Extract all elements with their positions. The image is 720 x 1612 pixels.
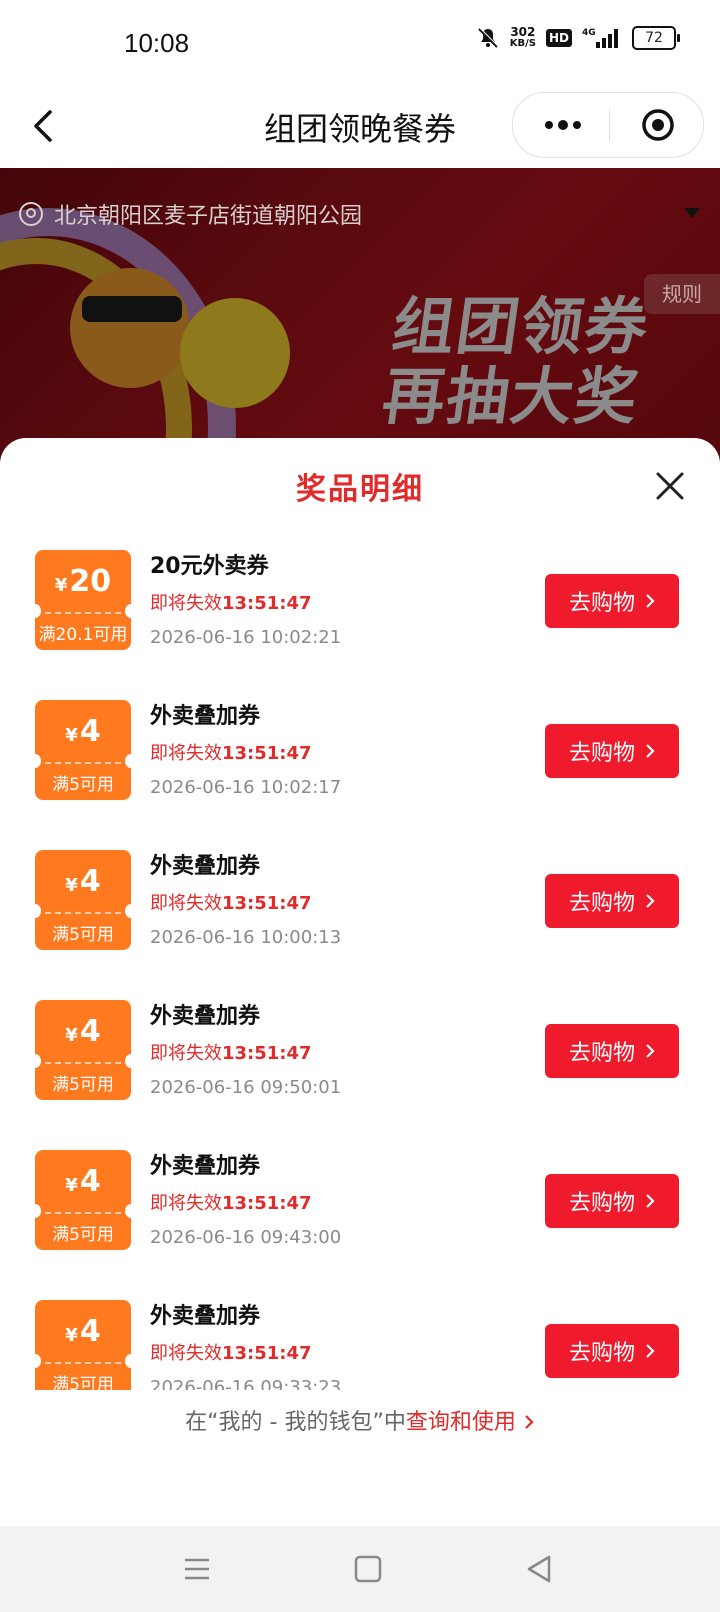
coupon-name: 外卖叠加券	[150, 1304, 261, 1329]
coupon-ticket: ¥4 满5可用	[35, 1000, 131, 1100]
chevron-right-icon	[646, 594, 655, 608]
coupon-ticket: ¥4 满5可用	[35, 700, 131, 800]
coupon-expire: 即将失效13:51:47	[150, 593, 312, 614]
coupon-expire: 即将失效13:51:47	[150, 743, 312, 764]
coupon-date: 2026-06-16 10:00:13	[150, 927, 342, 948]
coupon-condition: 满20.1可用	[38, 625, 128, 645]
coupon-info: 外卖叠加券 即将失效13:51:47 2026-06-16 10:02:17	[150, 700, 341, 802]
coupon-date: 2026-06-16 09:33:23	[150, 1377, 342, 1390]
back-triangle-icon[interactable]	[522, 1552, 556, 1586]
go-shopping-button[interactable]: 去购物	[545, 874, 679, 928]
coupon-name: 外卖叠加券	[150, 1004, 261, 1029]
coupon-condition: 满5可用	[52, 775, 114, 795]
dropdown-caret-icon[interactable]	[684, 208, 700, 218]
chevron-right-icon	[646, 1194, 655, 1208]
go-shopping-button[interactable]: 去购物	[545, 574, 679, 628]
chevron-right-icon	[646, 894, 655, 908]
coupon-name: 外卖叠加券	[150, 854, 261, 879]
status-time: 10:08	[124, 28, 190, 58]
capsule-divider	[609, 109, 610, 141]
coupon-amount: ¥4	[65, 1014, 101, 1049]
chevron-right-icon	[646, 1344, 655, 1358]
coupon-row: ¥20 满20.1可用 20元外卖券 即将失效13:51:47 2026-06-…	[0, 550, 720, 700]
coupon-expire: 即将失效13:51:47	[150, 1343, 312, 1364]
location-selector[interactable]: 北京朝阳区麦子店街道朝阳公园	[18, 198, 362, 230]
hd-badge: HD	[545, 29, 572, 47]
coupon-amount: ¥4	[65, 1314, 101, 1349]
coupon-info: 外卖叠加券 即将失效13:51:47 2026-06-16 09:50:01	[150, 1000, 341, 1102]
coupon-expire: 即将失效13:51:47	[150, 893, 312, 914]
banner-slogan: 组团领券 再抽大奖	[378, 290, 655, 433]
coupon-condition: 满5可用	[52, 1225, 114, 1245]
coupon-name: 外卖叠加券	[150, 704, 261, 729]
coupon-expire: 即将失效13:51:47	[150, 1193, 312, 1214]
signal-4g-icon: 4G	[582, 28, 618, 48]
coupon-ticket: ¥4 满5可用	[35, 850, 131, 950]
go-shopping-button[interactable]: 去购物	[545, 724, 679, 778]
mascot-sunglasses	[82, 296, 182, 322]
go-shopping-button[interactable]: 去购物	[545, 1024, 679, 1078]
coupon-expire: 即将失效13:51:47	[150, 1043, 312, 1064]
coupon-ticket: ¥4 满5可用	[35, 1150, 131, 1250]
coupon-row: ¥4 满5可用 外卖叠加券 即将失效13:51:47 2026-06-16 09…	[0, 1300, 720, 1390]
coupon-row: ¥4 满5可用 外卖叠加券 即将失效13:51:47 2026-06-16 09…	[0, 1000, 720, 1150]
svg-text:4G: 4G	[582, 28, 596, 38]
query-and-use-link[interactable]: 查询和使用	[406, 1410, 516, 1435]
coupon-condition: 满5可用	[52, 1375, 114, 1390]
rules-button[interactable]: 规则	[644, 274, 720, 314]
coupon-ticket: ¥4 满5可用	[35, 1300, 131, 1390]
coupon-name: 外卖叠加券	[150, 1154, 261, 1179]
title-bar: 组团领晚餐券	[0, 90, 720, 168]
promo-banner: 北京朝阳区麦子店街道朝阳公园 规则 组团领券 再抽大奖	[0, 168, 720, 468]
coupon-name: 20元外卖券	[150, 554, 269, 579]
chevron-right-icon	[646, 1044, 655, 1058]
coupon-amount: ¥4	[65, 714, 101, 749]
coupon-amount: ¥4	[65, 1164, 101, 1199]
status-icons: 302 KB/S HD 4G 72	[476, 25, 680, 50]
more-dots-icon[interactable]	[543, 115, 583, 135]
chevron-right-icon[interactable]	[523, 1413, 535, 1431]
coupon-info: 外卖叠加券 即将失效13:51:47 2026-06-16 09:43:00	[150, 1150, 341, 1252]
coupon-date: 2026-06-16 10:02:17	[150, 777, 342, 798]
coupon-row: ¥4 满5可用 外卖叠加券 即将失效13:51:47 2026-06-16 09…	[0, 1150, 720, 1300]
chevron-right-icon	[646, 744, 655, 758]
go-shopping-button[interactable]: 去购物	[545, 1324, 679, 1378]
network-speed: 302 KB/S	[509, 25, 536, 49]
coupon-date: 2026-06-16 10:02:21	[150, 627, 342, 648]
home-square-icon[interactable]	[351, 1552, 385, 1586]
coupon-info: 20元外卖券 即将失效13:51:47 2026-06-16 10:02:21	[150, 550, 341, 652]
location-pin-icon	[19, 202, 43, 226]
mascot-orange	[70, 268, 190, 388]
coupon-ticket: ¥20 满20.1可用	[35, 550, 131, 650]
system-nav-bar	[0, 1526, 720, 1612]
wallet-hint: 在“我的 - 我的钱包”中查询和使用	[0, 1404, 720, 1436]
coupon-condition: 满5可用	[52, 1075, 114, 1095]
prize-detail-sheet: 奖品明细 ¥20 满20.1可用 20元外卖券 即将失效13:51:47 202…	[0, 438, 720, 1526]
mute-bell-icon	[478, 27, 499, 48]
menu-icon[interactable]	[180, 1552, 214, 1586]
coupon-amount: ¥4	[65, 864, 101, 899]
go-shopping-button[interactable]: 去购物	[545, 1174, 679, 1228]
sheet-title: 奖品明细	[296, 472, 424, 507]
coupon-date: 2026-06-16 09:50:01	[150, 1077, 342, 1098]
coupon-list[interactable]: ¥20 满20.1可用 20元外卖券 即将失效13:51:47 2026-06-…	[0, 550, 720, 1390]
coupon-info: 外卖叠加券 即将失效13:51:47 2026-06-16 09:33:23	[150, 1300, 341, 1390]
coupon-row: ¥4 满5可用 外卖叠加券 即将失效13:51:47 2026-06-16 10…	[0, 850, 720, 1000]
coupon-info: 外卖叠加券 即将失效13:51:47 2026-06-16 10:00:13	[150, 850, 341, 952]
location-text: 北京朝阳区麦子店街道朝阳公园	[54, 204, 363, 229]
mascot-yellow	[180, 298, 290, 408]
record-target-icon[interactable]	[641, 108, 675, 142]
close-icon[interactable]	[652, 468, 688, 504]
status-bar: 10:08 302 KB/S HD 4G 72	[0, 0, 720, 90]
coupon-row: ¥4 满5可用 外卖叠加券 即将失效13:51:47 2026-06-16 10…	[0, 700, 720, 850]
coupon-date: 2026-06-16 09:43:00	[150, 1227, 342, 1248]
coupon-amount: ¥20	[54, 564, 112, 599]
battery-indicator: 72	[632, 26, 680, 50]
coupon-condition: 满5可用	[52, 925, 114, 945]
mini-program-capsule	[512, 92, 704, 158]
